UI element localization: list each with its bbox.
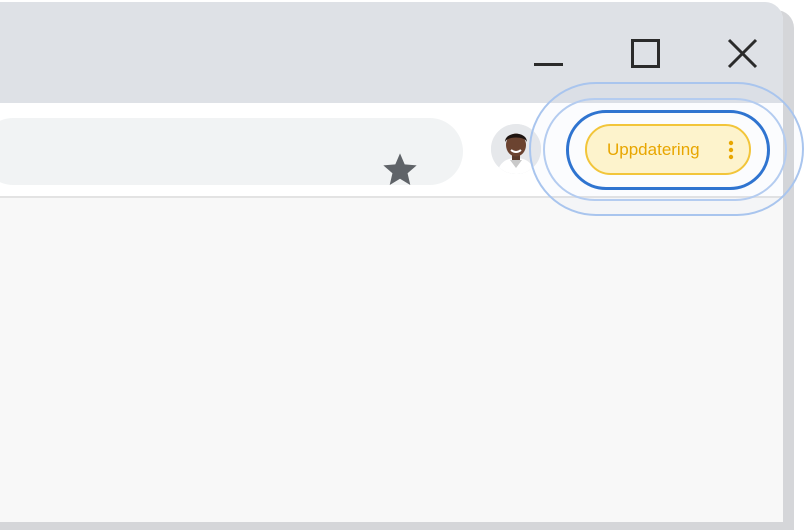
star-icon (383, 153, 417, 185)
maximize-button[interactable] (626, 32, 666, 74)
bookmark-star-button[interactable] (380, 150, 420, 190)
close-button[interactable] (722, 32, 762, 74)
minimize-icon (534, 63, 563, 66)
update-button-label: Uppdatering (607, 140, 700, 159)
close-icon (727, 38, 758, 69)
page-content (0, 198, 783, 522)
minimize-button[interactable] (529, 32, 569, 74)
update-button[interactable]: Uppdatering (585, 124, 751, 175)
more-vert-icon[interactable] (728, 140, 734, 160)
address-bar[interactable] (0, 118, 463, 185)
browser-window (0, 2, 783, 522)
maximize-icon (631, 39, 660, 68)
